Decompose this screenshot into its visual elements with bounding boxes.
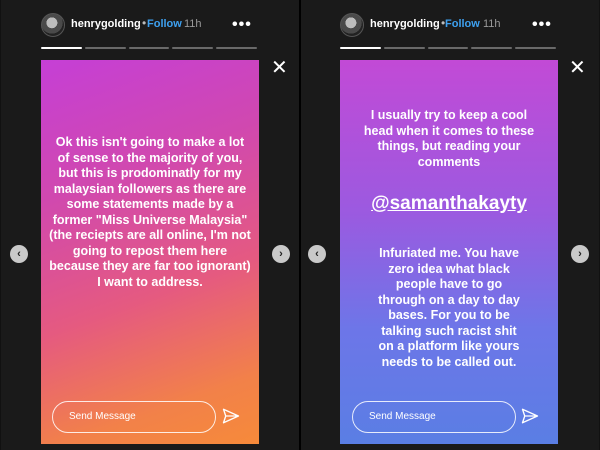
mention-link[interactable]: @samanthakayty	[340, 193, 558, 215]
follow-button[interactable]: Follow	[445, 18, 480, 30]
username[interactable]: henrygolding	[71, 18, 141, 30]
send-icon[interactable]	[521, 407, 539, 425]
avatar[interactable]	[340, 13, 364, 37]
previous-story-button[interactable]: ‹	[10, 245, 28, 263]
story-progress	[340, 47, 556, 49]
progress-segment	[471, 47, 513, 49]
progress-segment	[383, 47, 425, 49]
progress-segment	[172, 47, 214, 49]
story-text-top: I usually try to keep a cool head when i…	[363, 108, 535, 169]
progress-segment	[216, 47, 257, 49]
separator-dot: •	[142, 16, 147, 30]
timestamp: 11h	[184, 18, 202, 30]
avatar[interactable]	[41, 13, 65, 37]
close-icon[interactable]: ✕	[271, 58, 288, 78]
send-icon[interactable]	[222, 407, 240, 425]
send-message-input[interactable]: Send Message	[52, 401, 216, 433]
story-header: henrygolding • Follow 11h •••	[1, 10, 299, 40]
story-progress	[41, 47, 257, 49]
follow-button[interactable]: Follow	[147, 18, 182, 30]
story-card[interactable]: I usually try to keep a cool head when i…	[340, 60, 558, 444]
story-text-bottom: Infuriated me. You have zero idea what b…	[378, 246, 520, 369]
username[interactable]: henrygolding	[370, 18, 440, 30]
panel-divider	[299, 0, 301, 450]
more-options-icon[interactable]: •••	[532, 16, 552, 34]
progress-segment	[340, 47, 381, 49]
previous-story-button[interactable]: ‹	[308, 245, 326, 263]
send-message-input[interactable]: Send Message	[352, 401, 516, 433]
progress-segment	[84, 47, 126, 49]
more-options-icon[interactable]: •••	[232, 16, 252, 34]
story-panel-left: henrygolding • Follow 11h ••• ‹ › Ok thi…	[1, 0, 299, 450]
next-story-button[interactable]: ›	[571, 245, 589, 263]
story-header: henrygolding • Follow 11h •••	[301, 10, 599, 40]
progress-segment	[515, 47, 556, 49]
story-panel-right: henrygolding • Follow 11h ••• ‹ › I usua…	[301, 0, 599, 450]
progress-segment	[128, 47, 170, 49]
progress-segment	[41, 47, 82, 49]
timestamp: 11h	[483, 18, 501, 30]
progress-segment	[427, 47, 469, 49]
story-text: Ok this isn't going to make a lot of sen…	[49, 135, 251, 289]
close-icon[interactable]: ✕	[569, 58, 586, 78]
next-story-button[interactable]: ›	[272, 245, 290, 263]
story-card[interactable]: Ok this isn't going to make a lot of sen…	[41, 60, 259, 444]
